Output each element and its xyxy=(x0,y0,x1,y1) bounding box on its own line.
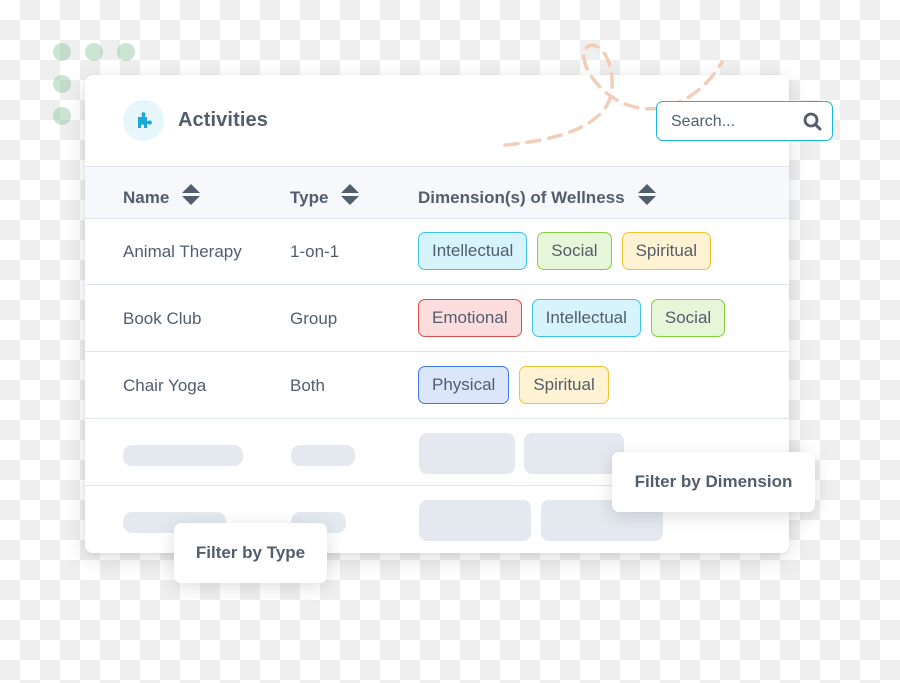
table-row[interactable]: Chair Yoga Both Physical Spiritual xyxy=(85,352,789,419)
cell-name: Book Club xyxy=(123,309,202,328)
cell-type: Both xyxy=(290,376,325,395)
search-box[interactable] xyxy=(656,101,833,141)
column-label: Dimension(s) of Wellness xyxy=(418,187,625,207)
skeleton-tag xyxy=(419,433,515,474)
decor-dot xyxy=(117,43,135,61)
tag-spiritual[interactable]: Spiritual xyxy=(621,232,712,270)
skeleton-bar xyxy=(123,445,243,466)
filter-by-dimension-button[interactable]: Filter by Dimension xyxy=(612,452,815,512)
puzzle-piece-icon xyxy=(137,111,152,128)
cell-type: 1-on-1 xyxy=(290,242,340,261)
decor-dot xyxy=(85,43,103,61)
tag-physical[interactable]: Physical xyxy=(418,366,510,404)
sort-icon[interactable] xyxy=(181,183,201,212)
skeleton-tag xyxy=(524,433,624,474)
table-row[interactable]: Book Club Group Emotional Intellectual S… xyxy=(85,285,789,352)
tag-spiritual[interactable]: Spiritual xyxy=(519,366,609,404)
column-header-name[interactable]: Name xyxy=(123,183,201,212)
sort-icon[interactable] xyxy=(637,183,657,212)
tag-social[interactable]: Social xyxy=(650,299,726,337)
tag-intellectual[interactable]: Intellectual xyxy=(531,299,641,337)
card-icon-badge xyxy=(123,100,164,141)
cell-name: Chair Yoga xyxy=(123,376,207,395)
column-header-type[interactable]: Type xyxy=(290,183,360,212)
decor-dot xyxy=(53,107,71,125)
dimension-tags: Emotional Intellectual Social xyxy=(418,299,726,337)
decor-dot xyxy=(53,43,71,61)
cell-type: Group xyxy=(290,309,338,328)
decor-dot xyxy=(53,75,71,93)
dimension-tags: Physical Spiritual xyxy=(418,366,609,404)
sort-icon[interactable] xyxy=(340,183,360,212)
column-label: Name xyxy=(123,187,170,207)
table-row[interactable]: Animal Therapy 1-on-1 Intellectual Socia… xyxy=(85,218,789,285)
tag-emotional[interactable]: Emotional xyxy=(418,299,522,337)
table-header: Name Type Dimension(s) of Wellness xyxy=(85,166,789,219)
column-header-dimensions[interactable]: Dimension(s) of Wellness xyxy=(418,183,657,212)
tag-social[interactable]: Social xyxy=(537,232,612,270)
skeleton-bar xyxy=(291,445,355,466)
card-title: Activities xyxy=(178,109,268,131)
tag-intellectual[interactable]: Intellectual xyxy=(418,232,528,270)
search-input[interactable] xyxy=(669,110,798,134)
skeleton-tag xyxy=(419,500,531,541)
column-label: Type xyxy=(290,187,329,207)
cell-name: Animal Therapy xyxy=(123,242,242,261)
filter-by-type-button[interactable]: Filter by Type xyxy=(174,523,327,583)
search-icon[interactable] xyxy=(803,112,822,136)
dimension-tags: Intellectual Social Spiritual xyxy=(418,232,712,270)
